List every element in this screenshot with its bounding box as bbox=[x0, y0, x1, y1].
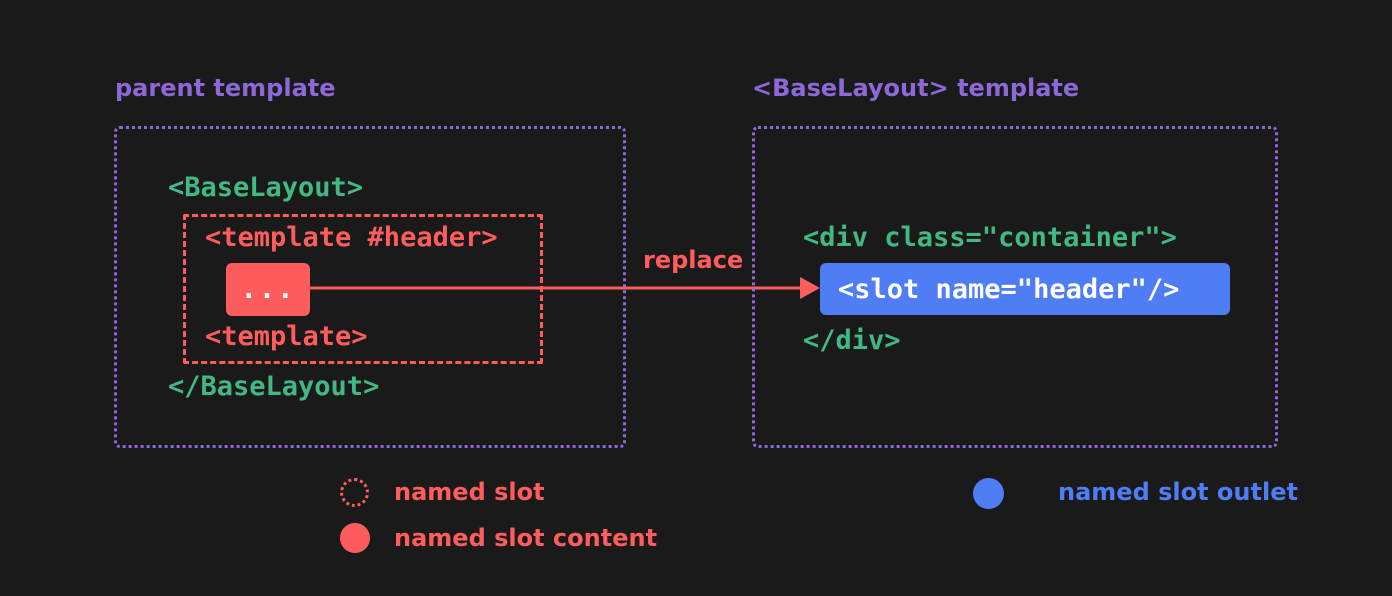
named-slot-content-legend-icon bbox=[340, 523, 370, 553]
template-close-tag: <template> bbox=[205, 321, 368, 352]
named-slot-outlet-legend-icon bbox=[973, 478, 1004, 509]
replace-arrow bbox=[310, 277, 820, 299]
named-slot-outlet-legend-label: named slot outlet bbox=[1058, 478, 1298, 506]
named-slot-legend-icon bbox=[340, 478, 369, 507]
parent-template-title: parent template bbox=[115, 74, 336, 102]
child-template-title: <BaseLayout> template bbox=[752, 74, 1080, 102]
replace-label: replace bbox=[643, 246, 744, 274]
template-header-open-tag: <template #header> bbox=[205, 222, 498, 253]
div-close-tag: </div> bbox=[803, 325, 901, 356]
named-slot-content-legend-label: named slot content bbox=[394, 524, 658, 552]
slot-header-tag: <slot name="header"/> bbox=[838, 274, 1180, 305]
slot-content-ellipsis: ... bbox=[240, 274, 296, 305]
named-slot-legend-label: named slot bbox=[394, 478, 545, 506]
baselayout-open-tag: <BaseLayout> bbox=[168, 172, 364, 203]
baselayout-close-tag: </BaseLayout> bbox=[168, 371, 380, 402]
div-container-open-tag: <div class="container"> bbox=[803, 222, 1177, 253]
